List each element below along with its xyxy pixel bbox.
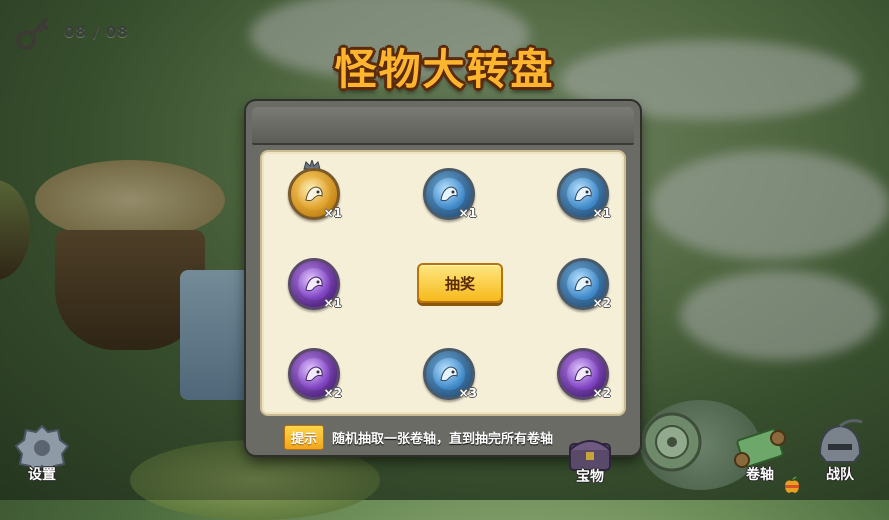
scroll-label: 卷轴 — [746, 467, 774, 483]
slot-quantity: ×2 — [592, 296, 611, 310]
scroll-slot-4: ×1 — [284, 252, 342, 310]
settings-button[interactable]: 设置 — [14, 422, 70, 484]
scroll-button[interactable]: 卷轴 — [730, 424, 790, 484]
hint-badge: 提示 — [284, 425, 325, 450]
scroll-slot-7: ×3 — [419, 342, 477, 400]
scroll-slot-1: ×1 — [284, 160, 342, 220]
team-button[interactable]: 战队 — [810, 418, 870, 484]
slot-quantity: ×1 — [592, 206, 611, 220]
treasure-label: 宝物 — [576, 469, 604, 485]
hint-bar: 提示 随机抽取一张卷轴，直到抽完所有卷轴 — [284, 425, 553, 450]
settings-label: 设置 — [28, 467, 56, 483]
panel-header — [252, 107, 634, 145]
scroll-slot-8: ×2 — [553, 342, 611, 400]
slot-quantity: ×1 — [323, 206, 342, 220]
scroll-slot-2: ×1 — [419, 162, 477, 220]
apple-logo-icon — [785, 476, 799, 493]
team-label: 战队 — [826, 467, 854, 483]
scroll-grid: ×1 ×1 ×1 ×1 抽奖 ×2 ×2 ×3 ×2 — [260, 150, 626, 416]
slot-quantity: ×3 — [458, 386, 477, 400]
page-title: 怪物大转盘 — [334, 45, 555, 94]
scroll-slot-5: ×2 — [553, 252, 611, 310]
wheel-icon — [642, 412, 702, 472]
wheel-button[interactable] — [640, 410, 704, 474]
slot-quantity: ×1 — [323, 296, 342, 310]
scroll-slot-6: ×2 — [284, 342, 342, 400]
slot-quantity: ×1 — [458, 206, 477, 220]
monster-wheel-panel: ×1 ×1 ×1 ×1 抽奖 ×2 ×2 ×3 ×2 提示 随机抽取一张卷轴，直… — [246, 101, 640, 455]
treasure-button[interactable]: 宝物 — [562, 428, 618, 486]
slot-quantity: ×2 — [323, 386, 342, 400]
scroll-slot-3: ×1 — [553, 162, 611, 220]
hint-text: 随机抽取一张卷轴，直到抽完所有卷轴 — [332, 432, 554, 447]
draw-button[interactable]: 抽奖 — [417, 263, 503, 303]
slot-quantity: ×2 — [592, 386, 611, 400]
